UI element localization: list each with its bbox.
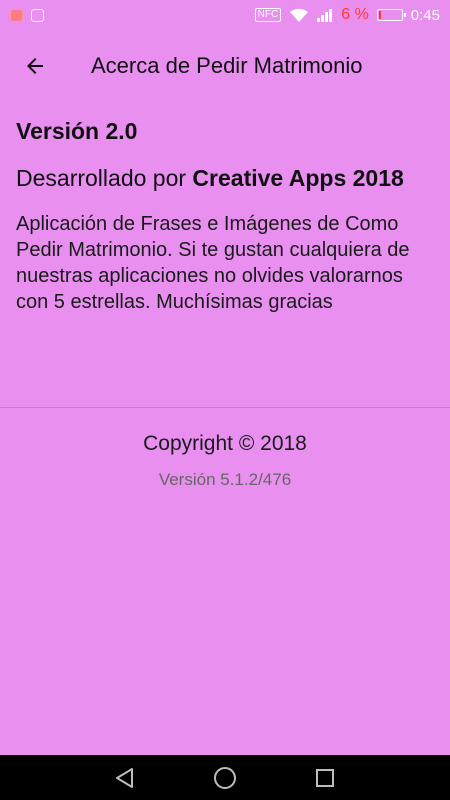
status-notifications (10, 8, 44, 22)
back-button[interactable] (11, 42, 59, 90)
build-version: Versión 5.1.2/476 (158, 470, 292, 489)
signal-icon (317, 9, 333, 22)
wifi-icon (290, 8, 309, 22)
arrow-left-icon (27, 58, 43, 74)
copyright-text: Copyright © 2018 (143, 432, 307, 455)
page-title: Acerca de Pedir Matrimonio (91, 53, 363, 78)
status-indicators: NFC 6 % 0:45 (254, 6, 440, 24)
app-description: Aplicación de Frases e Imágenes de Como … (16, 213, 410, 313)
battery-level-fill (378, 11, 381, 19)
battery-percent: 6 % (341, 6, 369, 23)
home-circle-icon (214, 766, 236, 789)
status-bar: NFC 6 % 0:45 (0, 0, 450, 30)
nav-recents-button[interactable] (304, 757, 346, 799)
system-nav-bar (0, 755, 450, 800)
notification-app-icon (10, 8, 23, 22)
nav-back-button[interactable] (104, 757, 146, 799)
back-triangle-icon (116, 767, 133, 788)
app-bar: Acerca de Pedir Matrimonio (0, 30, 450, 102)
developed-prefix: Desarrollado por (16, 165, 193, 191)
notification-image-icon (31, 8, 44, 22)
developer-name: Creative Apps 2018 (192, 165, 404, 191)
status-clock: 0:45 (410, 6, 440, 24)
nav-home-button[interactable] (204, 757, 246, 799)
about-content: Versión 2.0 Desarrollado por Creative Ap… (16, 118, 416, 315)
battery-icon (376, 9, 406, 21)
nfc-icon: NFC (254, 8, 282, 22)
developer-line: Desarrollado por Creative Apps 2018 (16, 163, 416, 193)
divider (0, 407, 450, 408)
recents-square-icon (316, 768, 334, 787)
version-heading: Versión 2.0 (16, 118, 138, 144)
